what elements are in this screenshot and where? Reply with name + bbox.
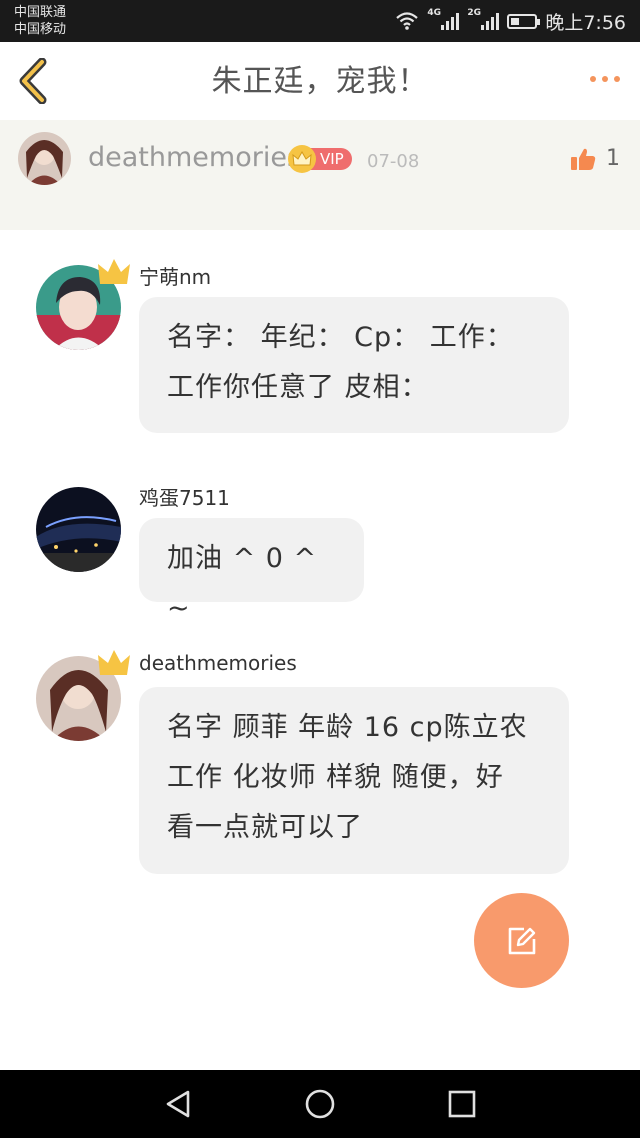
- battery-level: [511, 17, 520, 25]
- comment-text-line: 工作你任意了 皮相：: [167, 372, 429, 403]
- more-dot-icon: [590, 76, 596, 82]
- wifi-icon: [396, 12, 419, 30]
- signal-icon: 4G: [427, 8, 460, 30]
- more-dot-icon: [602, 76, 608, 82]
- carrier-2: 中国移动: [14, 22, 67, 37]
- battery-icon: [507, 13, 541, 29]
- like-count: 1: [606, 146, 620, 171]
- commenter-name[interactable]: 鸡蛋7511: [139, 482, 230, 511]
- carrier-info: 中国联通 中国移动: [14, 4, 66, 38]
- comment-text-line: 工作 化妆师 样貌 随便，好: [167, 762, 504, 793]
- edit-icon: [508, 927, 535, 954]
- comment-text-line: 名字 顾菲 年龄 16 cp陈立农: [167, 712, 528, 743]
- comment-text-line: 名字： 年纪： Cp： 工作：: [167, 322, 514, 353]
- system-recents-button[interactable]: [446, 1088, 478, 1120]
- like-button[interactable]: 1: [570, 146, 620, 171]
- crown-icon: [288, 145, 316, 173]
- commenter-name[interactable]: 宁萌nm: [139, 261, 211, 290]
- crown-icon: [98, 650, 130, 675]
- comment-bubble: 名字： 年纪： Cp： 工作： 工作你任意了 皮相：: [139, 297, 569, 433]
- system-navigation-bar: [0, 1070, 640, 1138]
- comment-text-line: 加油 ^ 0 ^ ~: [167, 543, 318, 624]
- commenter-avatar[interactable]: [36, 487, 121, 572]
- compose-comment-button[interactable]: [474, 893, 569, 988]
- comment-bubble: 名字 顾菲 年龄 16 cp陈立农 工作 化妆师 样貌 随便，好 看一点就可以了: [139, 687, 569, 874]
- post-date: 07-08: [367, 151, 420, 172]
- more-button[interactable]: [590, 76, 620, 82]
- circle-home-icon: [305, 1089, 335, 1119]
- system-home-button[interactable]: [304, 1088, 336, 1120]
- network-type-1: 4G: [427, 8, 441, 18]
- carrier-1: 中国联通: [14, 5, 67, 20]
- status-icons: 4G 2G 晚上7:56: [395, 0, 626, 42]
- square-recents-icon: [448, 1090, 476, 1118]
- page-title: 朱正廷，宠我！: [211, 64, 429, 99]
- crown-icon: [98, 259, 130, 284]
- back-button[interactable]: [16, 57, 50, 105]
- clock: 晚上7:56: [545, 11, 626, 34]
- chevron-left-icon: [19, 57, 47, 105]
- comment-bubble: 加油 ^ 0 ^ ~: [139, 518, 364, 624]
- system-back-button[interactable]: [162, 1088, 194, 1120]
- network-type-2: 2G: [467, 8, 481, 18]
- triangle-back-icon: [166, 1090, 190, 1118]
- top-nav-bar: 朱正廷，宠我！: [0, 42, 640, 121]
- thumbs-up-icon: [571, 148, 596, 170]
- signal-icon: 2G: [467, 8, 500, 30]
- commenter-name[interactable]: deathmemories: [139, 651, 297, 675]
- post-author-header: deathmemories VIP 07-08 1: [0, 120, 640, 230]
- more-dot-icon: [614, 76, 620, 82]
- author-avatar[interactable]: [18, 132, 71, 185]
- author-name[interactable]: deathmemories: [88, 142, 301, 173]
- vip-badge: VIP: [288, 145, 352, 173]
- status-bar: 中国联通 中国移动 4G 2G 晚上7:56: [0, 0, 640, 42]
- comment-text-line: 看一点就可以了: [167, 812, 363, 843]
